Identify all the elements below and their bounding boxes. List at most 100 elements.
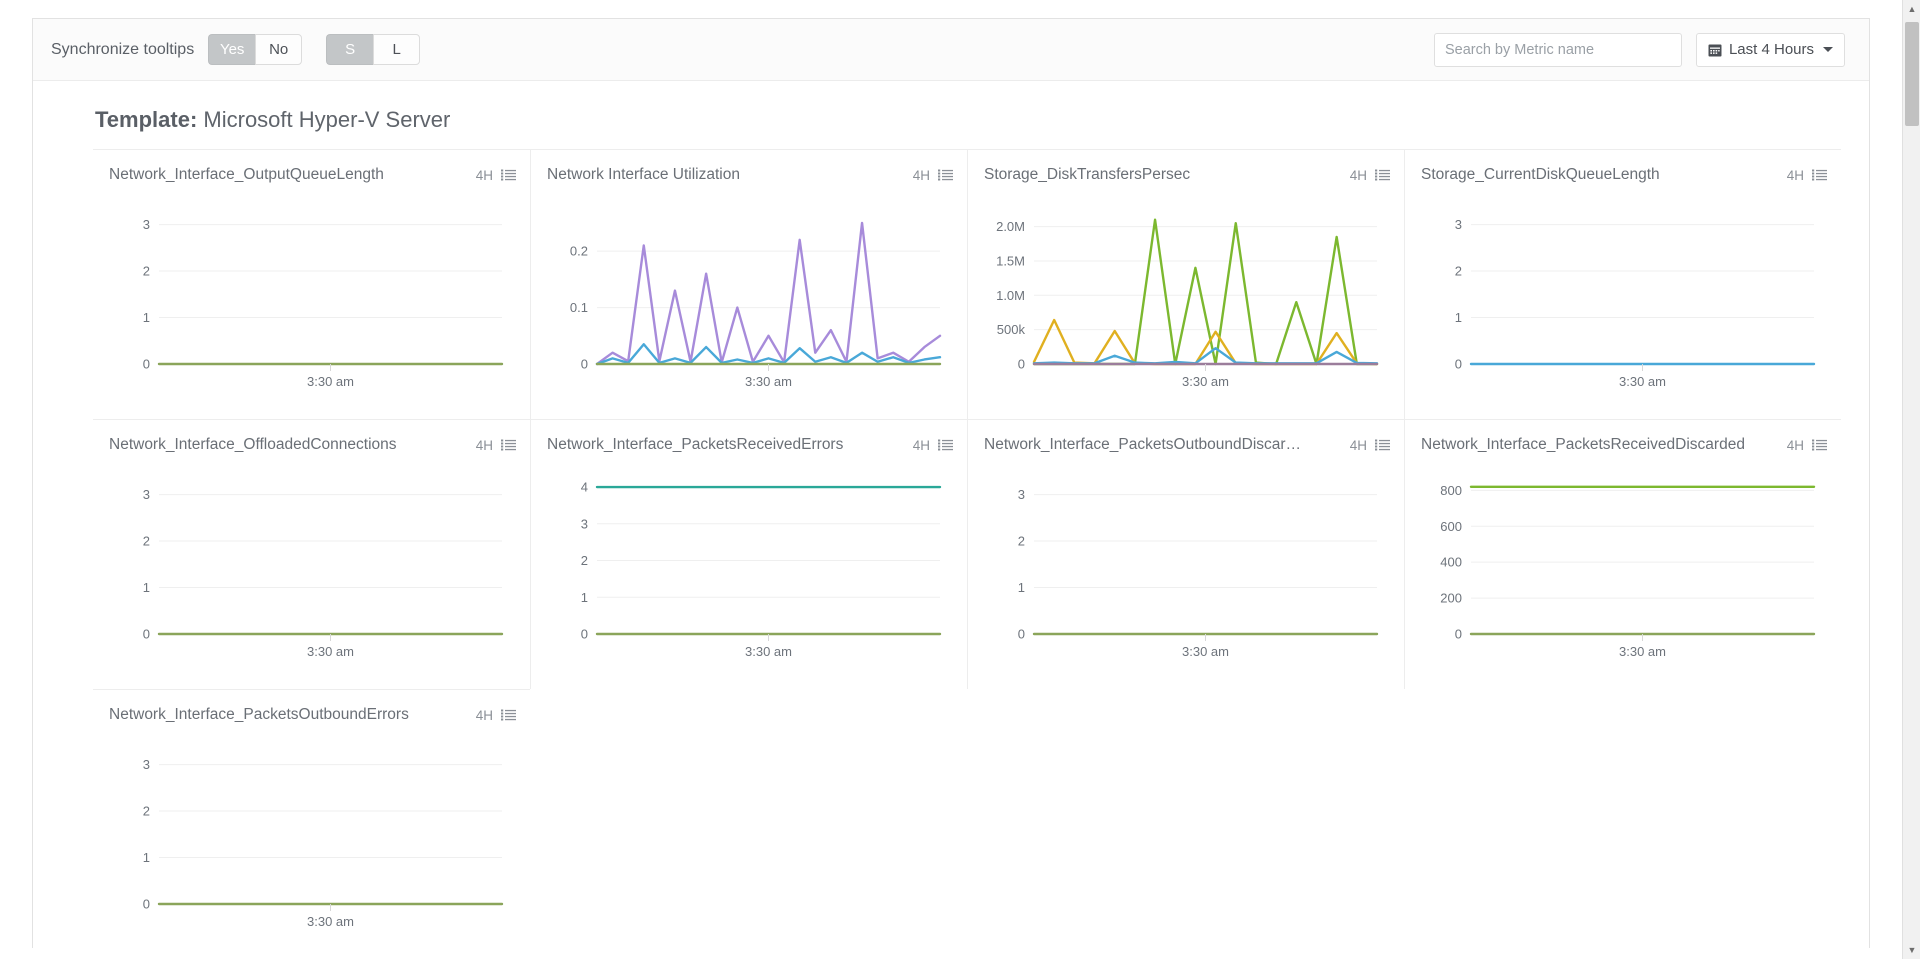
chart-plot-area[interactable]: 0500k1.0M1.5M2.0M3:30 am xyxy=(982,188,1390,406)
y-axis-tick-label: 2 xyxy=(143,534,150,549)
size-small-button[interactable]: S xyxy=(326,34,373,65)
y-axis-tick-label: 400 xyxy=(1440,555,1462,570)
chart-card-header: Network_Interface_PacketsOutboundDiscar…… xyxy=(982,434,1390,458)
chart-title: Network_Interface_PacketsOutboundErrors xyxy=(109,706,468,724)
chart-plot-area[interactable]: 01233:30 am xyxy=(107,728,516,946)
chart-range-badge: 4H xyxy=(476,708,493,723)
scrollbar-thumb[interactable] xyxy=(1905,22,1919,126)
y-axis-tick-label: 0.2 xyxy=(570,244,588,259)
chart-card-header: Network_Interface_PacketsReceivedDiscard… xyxy=(1419,434,1827,458)
y-axis-tick-label: 1 xyxy=(1455,310,1462,325)
chart-title: Network_Interface_OutputQueueLength xyxy=(109,166,468,184)
chart-grid: Network_Interface_OutputQueueLength 4H 0 1 2… xyxy=(33,141,1869,948)
chart-plot-area[interactable]: 0 0.1 0.2 3:30 am xyxy=(545,188,953,406)
chart-plot-area[interactable]: 012343:30 am xyxy=(545,458,953,676)
time-range-picker[interactable]: Last 4 Hours xyxy=(1696,33,1845,67)
y-axis-tick-label: 2.0M xyxy=(996,219,1025,234)
chart-card-network-interface-packetsreceivederrors: Network_Interface_PacketsReceivedErrors4… xyxy=(530,419,967,689)
list-menu-icon[interactable] xyxy=(1812,439,1827,452)
list-menu-icon[interactable] xyxy=(1375,439,1390,452)
y-axis-tick-label: 3 xyxy=(1018,487,1025,502)
chart-range-badge: 4H xyxy=(1350,438,1367,453)
y-axis-tick-label: 2 xyxy=(143,804,150,819)
y-axis-tick-label: 0 xyxy=(581,357,588,372)
synchronize-tooltips-toggle[interactable]: Yes No xyxy=(208,34,302,65)
sync-no-button[interactable]: No xyxy=(255,34,302,65)
y-axis-tick-label: 2 xyxy=(581,553,588,568)
chart-card-header: Storage_CurrentDiskQueueLength 4H xyxy=(1419,164,1827,188)
chart-plot-area[interactable]: 02004006008003:30 am xyxy=(1419,458,1827,676)
dashboard-toolbar: Synchronize tooltips Yes No S L xyxy=(33,19,1869,81)
chart-plot-area[interactable]: 0 1 2 3 3:30 am xyxy=(982,458,1390,676)
chart-plot-area[interactable]: 0 1 2 3 3:30 am xyxy=(107,188,516,406)
size-large-button[interactable]: L xyxy=(373,34,420,65)
chevron-down-icon xyxy=(1823,47,1833,52)
chart-range-badge: 4H xyxy=(913,438,930,453)
x-axis-tick-label: 3:30 am xyxy=(1182,644,1229,659)
y-axis-tick-label: 2 xyxy=(1455,264,1462,279)
sync-yes-button[interactable]: Yes xyxy=(208,34,255,65)
x-axis-tick-label: 3:30 am xyxy=(745,644,792,659)
x-axis-tick-label: 3:30 am xyxy=(307,644,354,659)
y-axis-tick-label: 2 xyxy=(1018,534,1025,549)
chart-card-storage-disktransferspersec: Storage_DiskTransfersPersec4H0500k1.0M1.… xyxy=(967,149,1404,419)
chart-card-header: Network_Interface_PacketsOutboundErrors 4… xyxy=(107,704,516,728)
chart-card-header: Network_Interface_PacketsReceivedErrors4… xyxy=(545,434,953,458)
chart-range-badge: 4H xyxy=(1787,168,1804,183)
y-axis-tick-label: 4 xyxy=(581,480,588,495)
chart-card-header: Network_Interface_OffloadedConnections4H xyxy=(107,434,516,458)
y-axis-tick-label: 0 xyxy=(143,357,150,372)
y-axis-tick-label: 1 xyxy=(581,590,588,605)
chart-range-badge: 4H xyxy=(913,168,930,183)
scroll-down-arrow[interactable]: ▼ xyxy=(1903,941,1920,959)
chart-card-header: Storage_DiskTransfersPersec4H xyxy=(982,164,1390,188)
chart-card-network-interface-outputqueuelength: Network_Interface_OutputQueueLength 4H 0 1 2… xyxy=(93,149,530,419)
list-menu-icon[interactable] xyxy=(501,439,516,452)
y-axis-tick-label: 0.1 xyxy=(570,300,588,315)
x-axis-tick-label: 3:30 am xyxy=(1619,374,1666,389)
y-axis-tick-label: 3 xyxy=(143,217,150,232)
chart-card-network-interface-packetsoutbounderrors: Network_Interface_PacketsOutboundErrors 4… xyxy=(93,689,530,948)
y-axis-tick-label: 1 xyxy=(1018,580,1025,595)
chart-card-network-interface-utilization: Network Interface Utilization 4H 0 0.1 0.2 3:… xyxy=(530,149,967,419)
x-axis-tick-label: 3:30 am xyxy=(1619,644,1666,659)
chart-card-storage-currentdiskqueuelength: Storage_CurrentDiskQueueLength4H01233:30… xyxy=(1404,149,1841,419)
chart-card-network-interface-packetsoutbounddiscarded: Network_Interface_PacketsOutboundDiscar…… xyxy=(967,419,1404,689)
grid-spacer xyxy=(530,689,967,948)
list-menu-icon[interactable] xyxy=(1812,169,1827,182)
y-axis-tick-label: 2 xyxy=(143,264,150,279)
chart-title: Storage_CurrentDiskQueueLength xyxy=(1421,166,1779,184)
x-axis-tick-label: 3:30 am xyxy=(745,374,792,389)
template-name: Microsoft Hyper-V Server xyxy=(203,107,450,132)
list-menu-icon[interactable] xyxy=(938,439,953,452)
list-menu-icon[interactable] xyxy=(1375,169,1390,182)
chart-card-network-interface-packetsreceiveddiscarded: Network_Interface_PacketsReceivedDiscard… xyxy=(1404,419,1841,689)
y-axis-tick-label: 600 xyxy=(1440,519,1462,534)
y-axis-tick-label: 0 xyxy=(1018,627,1025,642)
list-menu-icon[interactable] xyxy=(938,169,953,182)
time-range-label: Last 4 Hours xyxy=(1729,41,1814,58)
y-axis-tick-label: 0 xyxy=(1455,357,1462,372)
grid-spacer xyxy=(967,689,1404,948)
y-axis-tick-label: 1.5M xyxy=(996,253,1025,268)
y-axis-tick-label: 800 xyxy=(1440,483,1462,498)
template-label: Template: xyxy=(95,107,197,132)
y-axis-tick-label: 0 xyxy=(1018,357,1025,372)
x-axis-tick-label: 3:30 am xyxy=(307,914,354,929)
calendar-icon xyxy=(1708,43,1722,57)
chart-size-toggle[interactable]: S L xyxy=(326,34,420,65)
list-menu-icon[interactable] xyxy=(501,709,516,722)
chart-plot-area[interactable]: 01233:30 am xyxy=(107,458,516,676)
chart-range-badge: 4H xyxy=(476,168,493,183)
dashboard-scroll-region: Synchronize tooltips Yes No S L xyxy=(32,18,1870,948)
y-axis-tick-label: 1 xyxy=(143,310,150,325)
x-axis-tick-label: 3:30 am xyxy=(307,374,354,389)
chart-title: Network Interface Utilization xyxy=(547,166,905,184)
chart-plot-area[interactable]: 01233:30 am xyxy=(1419,188,1827,406)
chart-range-badge: 4H xyxy=(476,438,493,453)
vertical-scrollbar[interactable]: ▲ ▼ xyxy=(1902,0,1920,959)
chart-series-line xyxy=(597,223,940,364)
scroll-up-arrow[interactable]: ▲ xyxy=(1903,0,1920,18)
search-input[interactable] xyxy=(1434,33,1682,67)
list-menu-icon[interactable] xyxy=(501,169,516,182)
